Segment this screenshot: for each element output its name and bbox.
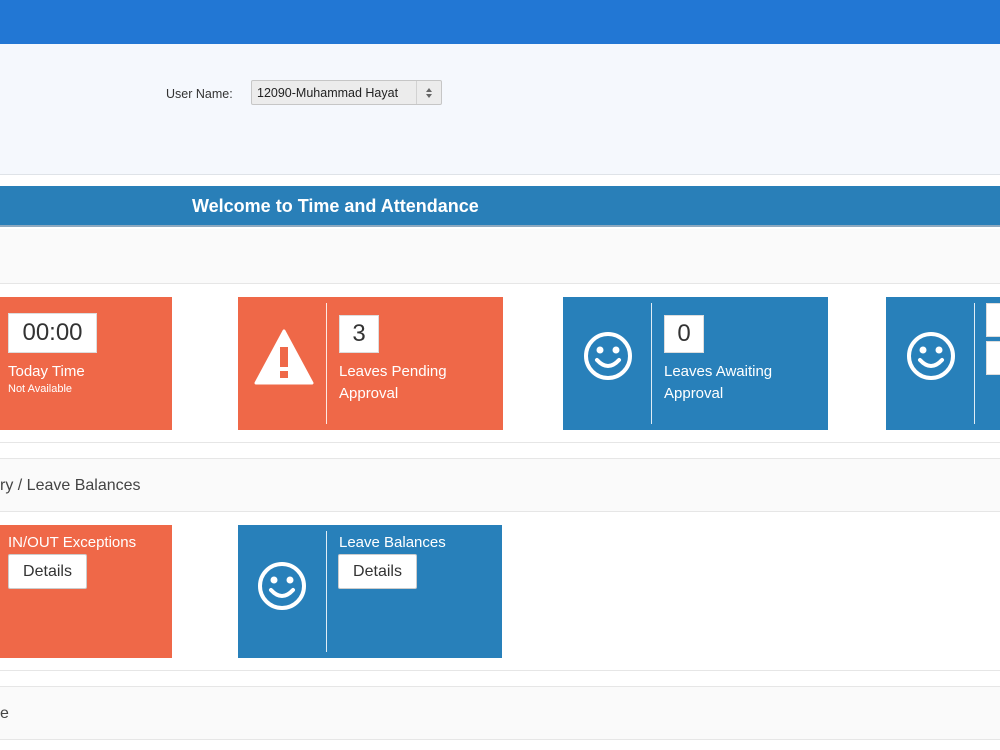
- tile-divider: [974, 303, 975, 424]
- welcome-title: Welcome to Time and Attendance: [192, 196, 479, 216]
- leaves-awaiting-label-1: Leaves Awaiting: [664, 363, 773, 380]
- leaves-pending-label-1: Leaves Pending: [339, 363, 447, 380]
- leave-balances-tile: Leave Balances Details: [238, 525, 502, 658]
- welcome-bar: Welcome to Time and Attendance: [0, 186, 1000, 227]
- warning-icon: [252, 325, 316, 389]
- tile-divider: [326, 531, 327, 652]
- leaves-awaiting-value: 0: [664, 315, 704, 353]
- dashboard-section-header: [0, 229, 1000, 284]
- today-time-sub: Not Available: [8, 383, 73, 395]
- leaves-awaiting-label-2: Approval: [664, 385, 724, 402]
- user-name-label: User Name:: [166, 87, 233, 101]
- bottom-section-header: e: [0, 686, 1000, 740]
- filter-panel: [0, 44, 1000, 175]
- summary-section-header: ry / Leave Balances: [0, 458, 1000, 512]
- leaves-awaiting-tile[interactable]: 0 Leaves Awaiting Approval: [563, 297, 828, 430]
- tile-divider: [326, 303, 327, 424]
- inout-exceptions-tile: IN/OUT Exceptions Details: [0, 525, 172, 658]
- inout-exceptions-details-button[interactable]: Details: [8, 554, 87, 589]
- fourth-value-box-2: [986, 341, 1000, 375]
- summary-section-title: ry / Leave Balances: [0, 477, 141, 494]
- top-navbar: [0, 0, 1000, 44]
- select-arrows-icon: [416, 81, 441, 104]
- leave-balances-label: Leave Balances: [339, 534, 446, 551]
- fourth-value-box: [986, 303, 1000, 337]
- inout-exceptions-label: IN/OUT Exceptions: [8, 534, 137, 551]
- today-time-value: 00:00: [8, 313, 97, 353]
- user-name-select[interactable]: 12090-Muhammad Hayat: [251, 80, 442, 105]
- fourth-tile[interactable]: [886, 297, 1000, 430]
- bottom-section-title: e: [0, 705, 9, 722]
- leaves-pending-label-2: Approval: [339, 385, 399, 402]
- smiley-icon: [902, 327, 960, 385]
- smiley-icon: [253, 557, 311, 615]
- leaves-pending-tile[interactable]: 3 Leaves Pending Approval: [238, 297, 503, 430]
- today-time-tile[interactable]: 00:00 Today Time Not Available: [0, 297, 172, 430]
- today-time-label: Today Time: [8, 363, 85, 380]
- leave-balances-details-button[interactable]: Details: [338, 554, 417, 589]
- leaves-pending-value: 3: [339, 315, 379, 353]
- tile-divider: [651, 303, 652, 424]
- smiley-icon: [579, 327, 637, 385]
- user-name-value: 12090-Muhammad Hayat: [257, 86, 399, 100]
